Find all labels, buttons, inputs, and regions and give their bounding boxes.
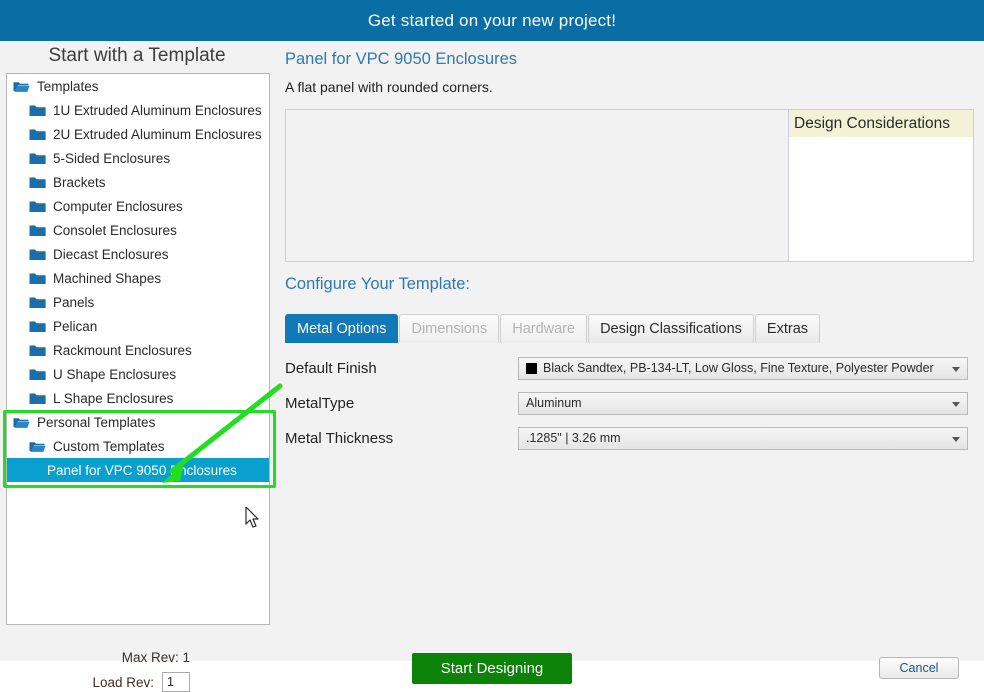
- folder-icon: [29, 247, 46, 261]
- tab-extras[interactable]: Extras: [754, 314, 821, 343]
- tab-hardware: Hardware: [500, 314, 588, 343]
- tree-item[interactable]: Templates: [7, 74, 269, 98]
- tree-item[interactable]: 2U Extruded Aluminum Enclosures: [7, 122, 269, 146]
- tree-item-label: 1U Extruded Aluminum Enclosures: [53, 102, 262, 118]
- cancel-button[interactable]: Cancel: [879, 657, 959, 679]
- tree-item[interactable]: Personal Templates: [7, 410, 269, 434]
- tree-item[interactable]: Machined Shapes: [7, 266, 269, 290]
- dropdown-metal-thickness[interactable]: .1285" | 3.26 mm: [518, 426, 968, 450]
- tree-item-label: Consolet Enclosures: [53, 222, 177, 238]
- folder-icon: [29, 295, 46, 309]
- window-title: Get started on your new project!: [367, 10, 617, 30]
- template-tree[interactable]: Templates 1U Extruded Aluminum Enclosures…: [6, 73, 270, 625]
- tree-item[interactable]: Brackets: [7, 170, 269, 194]
- chevron-down-icon[interactable]: [952, 401, 960, 407]
- color-swatch-icon: [526, 362, 537, 374]
- template-preview-area: [285, 109, 789, 262]
- window-title-bar: Get started on your new project!: [0, 0, 984, 41]
- tab-dimensions: Dimensions: [399, 314, 500, 343]
- tree-item-label: U Shape Enclosures: [53, 366, 177, 382]
- folder-icon: [29, 223, 46, 237]
- start-designing-button[interactable]: Start Designing: [412, 653, 572, 684]
- folder-icon: [29, 151, 46, 165]
- tree-item[interactable]: Diecast Enclosures: [7, 242, 269, 266]
- folder-icon: [29, 175, 46, 189]
- preview-row: Design Considerations: [285, 109, 974, 262]
- chevron-down-icon[interactable]: [952, 366, 960, 372]
- load-rev-input[interactable]: [162, 672, 190, 692]
- tree-item[interactable]: 1U Extruded Aluminum Enclosures: [7, 98, 269, 122]
- design-considerations-header: Design Considerations: [789, 110, 973, 137]
- load-rev-label: Load Rev:: [92, 674, 154, 690]
- tree-item-label: 5-Sided Enclosures: [53, 150, 171, 166]
- tree-item-label: Rackmount Enclosures: [53, 342, 192, 358]
- form-row: Metal Thickness .1285" | 3.26 mm: [285, 426, 974, 450]
- field-label: MetalType: [285, 394, 355, 412]
- tree-item[interactable]: Custom Templates: [7, 434, 269, 458]
- folder-icon: [29, 103, 46, 117]
- folder-icon: [29, 271, 46, 285]
- folder-icon: [29, 127, 46, 141]
- form-row: MetalType Aluminum: [285, 391, 974, 415]
- tree-item-label: Panel for VPC 9050 Enclosures: [47, 462, 237, 478]
- tree-item-label: Custom Templates: [53, 438, 165, 454]
- tree-item-label: Brackets: [53, 174, 106, 190]
- template-detail-pane: Panel for VPC 9050 Enclosures A flat pan…: [284, 41, 984, 661]
- folder-icon: [29, 367, 46, 381]
- open-folder-icon: [29, 439, 46, 453]
- dropdown-value: .1285" | 3.26 mm: [526, 431, 621, 445]
- design-considerations-panel: Design Considerations: [788, 109, 974, 262]
- tree-item-label: Diecast Enclosures: [53, 246, 169, 262]
- folder-icon: [29, 391, 46, 405]
- configure-tab-strip: Metal Options Dimensions Hardware Design Cl…: [285, 314, 821, 343]
- dropdown-value: Black Sandtex, PB-134-LT, Low Gloss, Fin…: [543, 361, 934, 375]
- tree-item[interactable]: Rackmount Enclosures: [7, 338, 269, 362]
- tree-item-label: Personal Templates: [37, 414, 156, 430]
- folder-icon: [29, 343, 46, 357]
- configure-section-label: Configure Your Template:: [285, 275, 470, 293]
- dropdown-default-finish[interactable]: Black Sandtex, PB-134-LT, Low Gloss, Fin…: [518, 356, 968, 380]
- revision-controls: Max Rev: 1 Load Rev:: [0, 601, 280, 692]
- tree-item-label: Panels: [53, 294, 95, 310]
- open-folder-icon: [13, 415, 30, 429]
- tree-item-label: Pelican: [53, 318, 98, 334]
- tree-item-label: L Shape Enclosures: [53, 390, 174, 406]
- tree-item[interactable]: 5-Sided Enclosures: [7, 146, 269, 170]
- dialog-body: Start with a Template Templates 1U Extrud…: [0, 41, 984, 692]
- tree-item[interactable]: Panels: [7, 290, 269, 314]
- open-folder-icon: [13, 79, 30, 93]
- tree-item[interactable]: Computer Enclosures: [7, 194, 269, 218]
- tree-item-label: Computer Enclosures: [53, 198, 183, 214]
- folder-icon: [29, 199, 46, 213]
- field-label: Metal Thickness: [285, 429, 394, 447]
- tree-item[interactable]: Consolet Enclosures: [7, 218, 269, 242]
- tree-item-label: Machined Shapes: [53, 270, 162, 286]
- page-title: Panel for VPC 9050 Enclosures: [285, 50, 518, 68]
- template-sidebar: Start with a Template Templates 1U Extrud…: [0, 41, 283, 692]
- tree-item[interactable]: U Shape Enclosures: [7, 362, 269, 386]
- folder-icon: [29, 319, 46, 333]
- tab-metal-options[interactable]: Metal Options: [285, 314, 399, 343]
- sidebar-heading: Start with a Template: [48, 45, 226, 66]
- field-label: Default Finish: [285, 359, 377, 377]
- dropdown-metaltype[interactable]: Aluminum: [518, 391, 968, 415]
- tree-item-selected[interactable]: Panel for VPC 9050 Enclosures: [7, 458, 269, 482]
- page-subtitle: A flat panel with rounded corners.: [285, 79, 493, 95]
- tree-item-label: Templates: [37, 78, 99, 94]
- dropdown-value: Aluminum: [526, 396, 582, 410]
- chevron-down-icon[interactable]: [952, 436, 960, 442]
- max-rev-label: Max Rev: 1: [121, 650, 190, 665]
- tree-item[interactable]: Pelican: [7, 314, 269, 338]
- tree-item-label: 2U Extruded Aluminum Enclosures: [53, 126, 262, 142]
- form-row: Default Finish Black Sandtex, PB-134-LT, …: [285, 356, 974, 380]
- load-rev-row: Load Rev:: [0, 672, 190, 692]
- tab-design-classifications[interactable]: Design Classifications: [588, 314, 754, 343]
- tree-item[interactable]: L Shape Enclosures: [7, 386, 269, 410]
